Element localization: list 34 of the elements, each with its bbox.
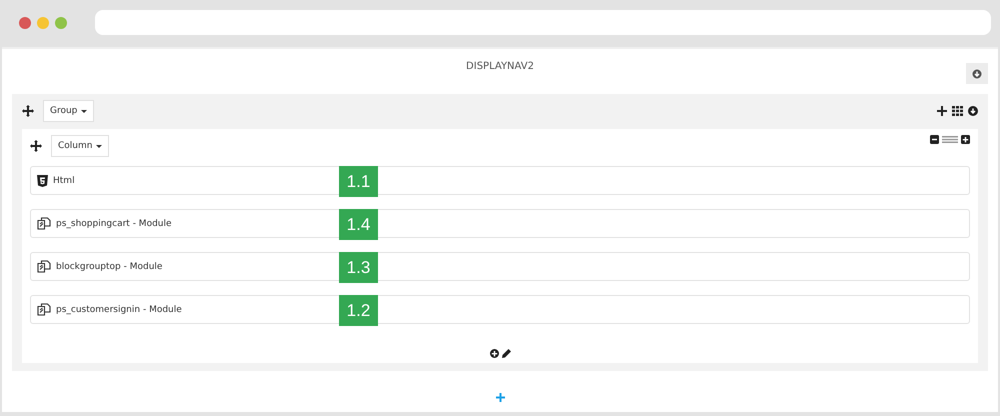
module-name: blockgrouptop - Module [56,262,162,272]
group-dropdown[interactable]: Group [43,100,94,122]
number-tag: 1.1 [339,166,378,197]
grid-icon[interactable] [952,106,963,116]
move-icon[interactable] [30,140,42,152]
module-name: ps_customersignin - Module [56,304,182,314]
arrow-down-icon [972,68,982,78]
copy-icon [37,303,51,316]
add-group-icon[interactable] [496,393,504,402]
html5-icon [37,174,48,186]
hook-title: DISPLAYNAV2 [466,61,534,74]
minimize-dot[interactable] [37,16,49,28]
copy-icon [37,217,51,230]
plus-icon[interactable] [961,134,970,144]
module-row[interactable]: ps_customersignin - Module 1.2 [30,295,970,324]
column-dropdown[interactable]: Column [51,135,110,157]
collapse-button[interactable] [966,63,988,84]
pencil-icon[interactable] [502,349,510,358]
module-row[interactable]: blockgrouptop - Module 1.3 [30,252,970,281]
copy-icon [37,260,51,273]
module-row[interactable]: ps_shoppingcart - Module 1.4 [30,209,970,238]
minus-icon[interactable] [930,134,939,144]
close-dot[interactable] [19,16,31,28]
module-name: ps_shoppingcart - Module [56,218,172,228]
collapse-icon[interactable] [968,106,978,116]
move-icon[interactable] [22,105,34,117]
maximize-dot[interactable] [55,16,67,28]
number-tag: 1.3 [339,252,378,283]
add-icon[interactable] [490,349,498,358]
number-tag: 1.4 [339,209,378,240]
module-name: Html [53,176,75,186]
add-icon[interactable] [937,106,947,116]
module-row[interactable]: Html 1.1 [30,166,970,195]
number-tag: 1.2 [339,295,378,326]
